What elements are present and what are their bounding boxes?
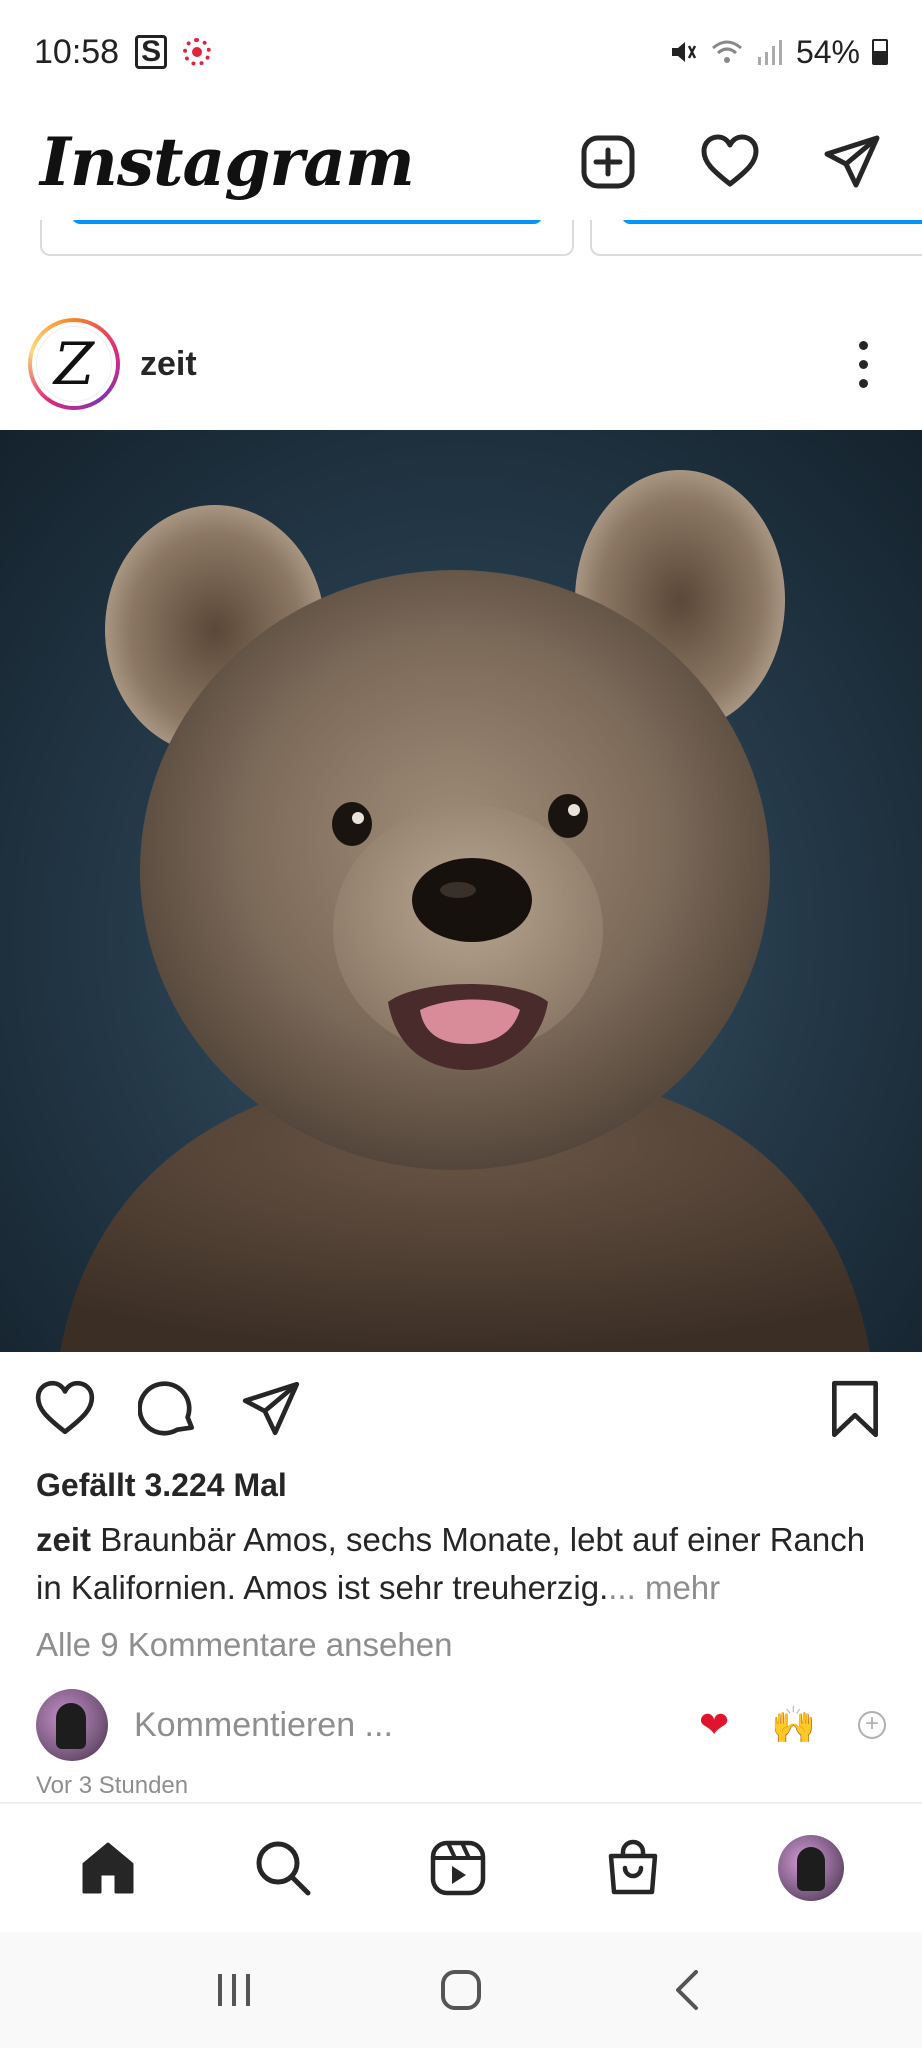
system-nav bbox=[0, 1932, 922, 2048]
heart-icon[interactable] bbox=[700, 132, 760, 192]
wifi-icon bbox=[711, 40, 742, 63]
new-post-icon[interactable] bbox=[578, 132, 638, 192]
recording-dot-icon bbox=[183, 38, 212, 66]
add-reaction-icon[interactable]: + bbox=[858, 1711, 886, 1739]
instagram-logo[interactable]: Instagram bbox=[40, 123, 415, 201]
top-nav: Instagram bbox=[0, 104, 922, 220]
signal-icon bbox=[757, 40, 782, 65]
bottom-nav bbox=[0, 1802, 922, 1932]
comment-row: Kommentieren ... ❤ 🙌 + bbox=[0, 1686, 922, 1764]
comment-icon[interactable] bbox=[138, 1378, 200, 1440]
caption-ellipsis: ... bbox=[608, 1569, 636, 1606]
caption-more-link[interactable]: mehr bbox=[636, 1569, 720, 1606]
caption: zeit Braunbär Amos, sechs Monate, lebt a… bbox=[36, 1516, 896, 1612]
battery-icon bbox=[872, 39, 888, 65]
post-image[interactable] bbox=[0, 430, 922, 1352]
more-dot bbox=[858, 359, 868, 369]
shop-icon[interactable] bbox=[603, 1838, 663, 1898]
status-right: 54% bbox=[668, 34, 888, 71]
reels-icon[interactable] bbox=[428, 1838, 488, 1898]
bookmark-icon[interactable] bbox=[824, 1378, 886, 1440]
mute-icon bbox=[671, 42, 697, 62]
home-button-icon[interactable] bbox=[437, 1966, 485, 2014]
caption-username[interactable]: zeit bbox=[36, 1521, 91, 1558]
suggestion-card[interactable] bbox=[40, 220, 574, 256]
post-timestamp: Vor 3 Stunden bbox=[36, 1772, 189, 1799]
share-icon[interactable] bbox=[240, 1378, 302, 1440]
post-avatar-ring[interactable]: Z bbox=[28, 318, 120, 410]
bear-cub-photo bbox=[60, 470, 870, 1352]
battery-percentage: 54% bbox=[795, 33, 860, 70]
quick-reactions: ❤ 🙌 + bbox=[699, 1704, 886, 1746]
post-actions bbox=[0, 1370, 922, 1450]
likes-count[interactable]: Gefällt 3.224 Mal bbox=[36, 1467, 287, 1504]
follow-button[interactable] bbox=[622, 220, 922, 224]
post-username[interactable]: zeit bbox=[140, 345, 197, 384]
post-avatar: Z bbox=[36, 326, 112, 402]
status-bar: 10:58 S 54% bbox=[0, 0, 922, 104]
suggestion-cards-strip bbox=[0, 220, 922, 256]
profile-avatar[interactable] bbox=[778, 1835, 845, 1901]
more-dot bbox=[858, 378, 868, 388]
follow-button[interactable] bbox=[72, 220, 542, 224]
quick-reaction-hands[interactable]: 🙌 bbox=[771, 1704, 816, 1746]
like-icon[interactable] bbox=[34, 1378, 96, 1440]
comment-input[interactable]: Kommentieren ... bbox=[134, 1706, 393, 1745]
post-header: Z zeit bbox=[0, 300, 922, 428]
home-icon[interactable] bbox=[78, 1838, 138, 1898]
s-app-icon: S bbox=[135, 35, 168, 69]
suggestion-card[interactable] bbox=[590, 220, 922, 256]
clock: 10:58 bbox=[34, 32, 120, 71]
post-avatar-inner: Z bbox=[32, 322, 116, 406]
more-dot bbox=[858, 340, 868, 350]
caption-text: Braunbär Amos, sechs Monate, lebt auf ei… bbox=[36, 1521, 866, 1606]
my-avatar bbox=[36, 1689, 108, 1761]
direct-message-icon[interactable] bbox=[822, 132, 882, 192]
view-comments-link[interactable]: Alle 9 Kommentare ansehen bbox=[36, 1626, 452, 1664]
back-icon[interactable] bbox=[664, 1966, 712, 2014]
top-nav-actions bbox=[578, 132, 882, 192]
search-icon[interactable] bbox=[253, 1838, 313, 1898]
more-options-icon[interactable] bbox=[856, 340, 870, 388]
quick-reaction-heart[interactable]: ❤ bbox=[699, 1704, 729, 1746]
recent-apps-icon[interactable] bbox=[210, 1966, 258, 2014]
status-left: 10:58 S bbox=[34, 32, 212, 72]
